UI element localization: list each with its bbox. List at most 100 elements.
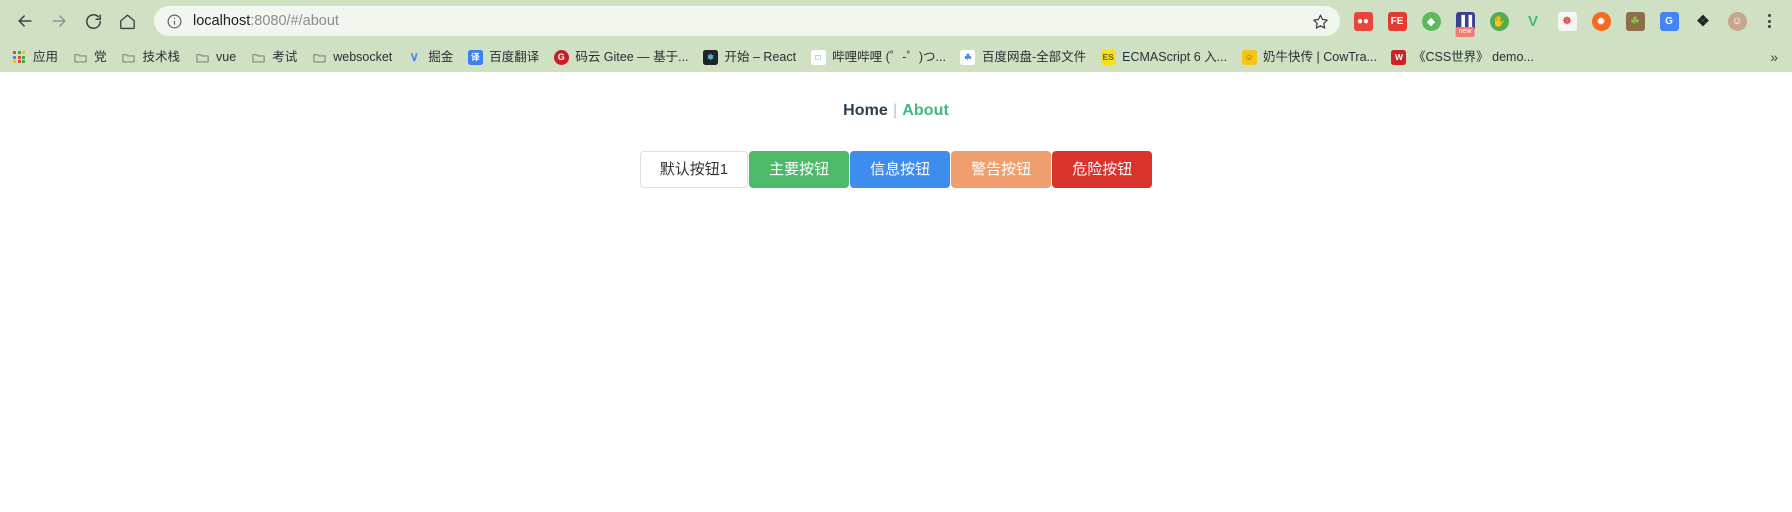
water-drop-extension[interactable]: ◆ [1418, 8, 1444, 34]
url-text[interactable]: localhost:8080/#/about [193, 6, 1306, 36]
bookmark-label: websocket [333, 50, 393, 64]
back-button[interactable] [10, 6, 40, 36]
bookmark-item[interactable]: ES ECMAScript 6 入... [1093, 45, 1234, 69]
lifebuoy-extension[interactable]: ✹ [1588, 8, 1614, 34]
bookmark-item[interactable]: G 码云 Gitee — 基于... [546, 45, 695, 69]
menu-dot [1767, 14, 1771, 17]
bookmark-label: 开始 – React [724, 50, 797, 64]
new-badge: new [1455, 27, 1475, 37]
bookmark-item[interactable]: 技术栈 [114, 45, 188, 69]
user-avatar[interactable]: ☺ [1724, 8, 1750, 34]
menu-dot [1767, 25, 1771, 28]
google-translate-extension-glyph: G [1659, 11, 1679, 31]
css-world-icon: W [1391, 49, 1407, 65]
bookmark-item[interactable]: 考试 [243, 45, 304, 69]
info-button[interactable]: 信息按钮 [850, 151, 951, 188]
bookmark-item[interactable]: 应用 [4, 45, 65, 69]
fe-helper-extension[interactable]: FE [1384, 8, 1410, 34]
bookmark-item[interactable]: 译百度翻译 [460, 45, 546, 69]
bookmark-item[interactable]: websocket [304, 45, 399, 69]
folder-glyph [195, 53, 209, 62]
forward-button[interactable] [44, 6, 74, 36]
bookmark-label: 考试 [272, 50, 298, 64]
thumbs-up-extension[interactable]: ✋ [1486, 8, 1512, 34]
warning-button[interactable]: 警告按钮 [951, 151, 1052, 188]
apps-grid-dot [17, 60, 21, 64]
bookmark-item[interactable]: ☘ 百度网盘-全部文件 [953, 45, 1093, 69]
bilibili-icon-glyph: □ [810, 49, 826, 65]
thumbs-up-extension-glyph: ✋ [1489, 11, 1509, 31]
bookmarks-overflow-button[interactable]: » [1762, 47, 1786, 67]
reload-icon [85, 13, 101, 29]
danger-button[interactable]: 危险按钮 [1052, 151, 1153, 188]
reload-button[interactable] [78, 6, 108, 36]
apps-grid-dot [17, 55, 21, 59]
bookmark-item[interactable]: 党 [65, 45, 114, 69]
juejin-icon-glyph: ∨ [409, 49, 420, 64]
bookmark-label: 应用 [33, 50, 59, 64]
apps-grid-dot [12, 50, 16, 54]
home-button[interactable] [112, 6, 142, 36]
bookmark-star-button[interactable] [1306, 7, 1334, 35]
react-icon: ⚛ [703, 49, 719, 65]
gitee-icon: G [553, 49, 569, 65]
cowtransfer-icon-glyph: ☺ [1241, 49, 1257, 65]
star-icon [1312, 14, 1328, 29]
bookmark-label: 哔哩哔哩 (゜-゜)つ... [832, 50, 946, 64]
user-avatar-glyph: ☺ [1727, 11, 1747, 31]
bookmark-label: 百度网盘-全部文件 [981, 50, 1087, 64]
extensions-puzzle-icon-glyph: ❖ [1696, 13, 1710, 30]
apps-grid-icon [11, 49, 27, 65]
bookmark-item[interactable]: ⚛ 开始 – React [696, 45, 804, 69]
apps-grid-dot [22, 50, 26, 54]
bookmark-label: 奶牛快传 | CowTra... [1263, 50, 1377, 64]
folder-glyph [122, 53, 135, 62]
menu-dot [1767, 19, 1771, 23]
app-nav: Home | About [0, 72, 1792, 120]
vue-devtools-extension[interactable]: V [1520, 8, 1546, 34]
apps-grid-dot [22, 60, 26, 64]
folder-icon [311, 49, 327, 65]
plant-extension[interactable]: ☘ [1622, 8, 1648, 34]
bookmark-item[interactable]: W 《CSS世界》 demo... [1384, 45, 1541, 69]
button-group: 默认按钮1 主要按钮 信息按钮 警告按钮 危险按钮 [0, 151, 1792, 188]
bookmark-item[interactable]: ∨ 掘金 [399, 45, 460, 69]
css-world-icon-glyph: W [1391, 49, 1407, 65]
home-icon [119, 13, 135, 29]
apps-grid-dots [12, 50, 26, 64]
default-button[interactable]: 默认按钮1 [639, 151, 749, 188]
bookmark-label: 码云 Gitee — 基于... [575, 50, 689, 64]
primary-button[interactable]: 主要按钮 [749, 151, 850, 188]
folder-icon [194, 49, 210, 65]
browser-window: localhost:8080/#/about ●● FE ◆ ▐▐ new ✋ V ☸ ✹ ☘ G ❖… [0, 0, 1792, 512]
back-arrow-icon [18, 15, 32, 27]
fe-helper-extension-glyph: FE [1387, 11, 1407, 31]
folder-glyph [73, 53, 87, 62]
water-drop-extension-glyph: ◆ [1421, 11, 1441, 31]
org-chart-extension[interactable]: ☸ [1554, 8, 1580, 34]
bookmark-label: 掘金 [428, 50, 454, 64]
nav-link-home[interactable]: Home [843, 102, 888, 119]
bookmark-item[interactable]: vue [187, 45, 243, 69]
bookmarks-bar: 应用 党 技术栈 vue 考试 websocket ∨ 掘金译百度翻译 G 码云 Gitee — … [0, 42, 1792, 72]
vue-devtools-extension-glyph: V [1527, 12, 1538, 30]
url-host: localhost [193, 13, 251, 29]
nav-link-about[interactable]: About [902, 102, 949, 119]
momentum-extension-glyph: ●● [1353, 11, 1373, 31]
bookmark-item[interactable]: □ 哔哩哔哩 (゜-゜)つ... [803, 45, 953, 69]
chrome-menu-button[interactable] [1756, 8, 1782, 34]
nav-separator: | [892, 102, 898, 119]
google-translate-extension[interactable]: G [1656, 8, 1682, 34]
folder-icon [72, 49, 88, 65]
bookmark-label: ECMAScript 6 入... [1122, 50, 1228, 64]
apps-grid-dot [12, 60, 16, 64]
analytics-extension[interactable]: ▐▐ new [1452, 8, 1478, 37]
bookmark-label: vue [216, 50, 237, 64]
bilibili-icon: □ [810, 49, 826, 65]
momentum-extension[interactable]: ●● [1350, 8, 1376, 34]
address-bar[interactable]: localhost:8080/#/about [154, 6, 1340, 36]
cowtransfer-icon: ☺ [1241, 49, 1257, 65]
site-info-icon[interactable] [166, 13, 183, 30]
bookmark-item[interactable]: ☺ 奶牛快传 | CowTra... [1234, 45, 1384, 69]
extensions-puzzle-icon[interactable]: ❖ [1690, 8, 1716, 34]
